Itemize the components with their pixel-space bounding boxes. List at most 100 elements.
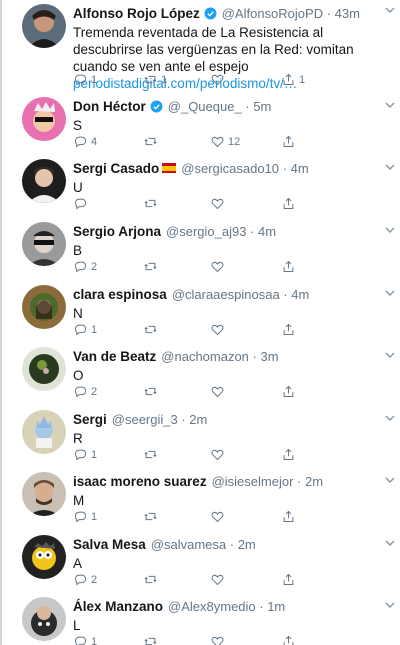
author-name[interactable]: isaac moreno suarez bbox=[73, 474, 207, 489]
like-button[interactable] bbox=[210, 509, 228, 524]
author-handle[interactable]: @AlfonsoRojoPD · 43m bbox=[222, 6, 360, 21]
retweet-button[interactable] bbox=[143, 634, 161, 645]
retweet-icon bbox=[143, 634, 158, 645]
tweet-text: S bbox=[73, 118, 83, 133]
reply-button[interactable]: 2 bbox=[73, 384, 97, 399]
reply-button[interactable]: 4 bbox=[73, 134, 97, 149]
like-button[interactable] bbox=[210, 447, 228, 462]
author-name[interactable]: Sergi bbox=[73, 412, 107, 427]
share-button[interactable] bbox=[281, 196, 299, 211]
reply-icon bbox=[73, 384, 88, 399]
retweet-button[interactable] bbox=[143, 259, 161, 274]
author-name[interactable]: clara espinosa bbox=[73, 287, 167, 302]
avatar[interactable] bbox=[22, 159, 66, 203]
avatar[interactable] bbox=[22, 347, 66, 391]
reply-icon bbox=[73, 634, 88, 645]
share-button[interactable] bbox=[281, 384, 299, 399]
share-button[interactable] bbox=[281, 447, 299, 462]
reply-button[interactable]: 1 bbox=[73, 634, 97, 645]
author-handle[interactable]: @_Queque_ · 5m bbox=[168, 99, 272, 114]
author-name[interactable]: Sergio Arjona bbox=[73, 224, 161, 239]
reply-button[interactable] bbox=[73, 196, 91, 211]
author-name[interactable]: Álex Manzano bbox=[73, 599, 163, 614]
like-button[interactable] bbox=[210, 384, 228, 399]
author-name[interactable]: Alfonso Rojo López bbox=[73, 6, 200, 21]
like-button[interactable] bbox=[210, 634, 228, 645]
retweet-icon bbox=[143, 259, 158, 274]
reply-button[interactable]: 1 bbox=[73, 72, 97, 87]
avatar[interactable] bbox=[22, 597, 66, 641]
avatar[interactable] bbox=[22, 285, 66, 329]
author-handle[interactable]: @salvamesa · 2m bbox=[151, 537, 256, 552]
tweet-actions: 2 bbox=[73, 259, 303, 275]
like-button[interactable] bbox=[210, 72, 228, 87]
author-name[interactable]: Don Héctor bbox=[73, 99, 146, 114]
reply-icon bbox=[73, 259, 88, 274]
tweet-text: Tremenda reventada de La Resistencia al … bbox=[73, 25, 354, 74]
retweet-button[interactable] bbox=[143, 384, 161, 399]
like-icon bbox=[210, 509, 225, 524]
reply-icon bbox=[73, 72, 88, 87]
tweet-text: M bbox=[73, 493, 85, 508]
share-button[interactable] bbox=[281, 322, 299, 337]
share-button[interactable] bbox=[281, 134, 299, 149]
share-button[interactable] bbox=[281, 634, 299, 645]
retweet-button[interactable] bbox=[143, 509, 161, 524]
avatar[interactable] bbox=[22, 410, 66, 454]
avatar[interactable] bbox=[22, 535, 66, 579]
like-button[interactable] bbox=[210, 572, 228, 587]
chevron-down-icon[interactable] bbox=[384, 4, 396, 16]
spain-flag-icon bbox=[162, 163, 177, 173]
reply-icon bbox=[73, 509, 88, 524]
retweet-icon bbox=[143, 196, 158, 211]
retweet-icon bbox=[143, 447, 158, 462]
like-icon bbox=[210, 447, 225, 462]
tweet-actions: 1 bbox=[73, 634, 303, 645]
avatar[interactable] bbox=[22, 97, 66, 141]
author-handle[interactable]: @sergicasado10 · 4m bbox=[181, 161, 308, 176]
like-button[interactable] bbox=[210, 196, 228, 211]
avatar[interactable] bbox=[22, 222, 66, 266]
author-handle[interactable]: @claraaespinosaa · 4m bbox=[172, 287, 309, 302]
verified-badge-icon bbox=[204, 7, 217, 19]
avatar[interactable] bbox=[22, 472, 66, 516]
like-button[interactable] bbox=[210, 322, 228, 337]
replies-count: 1 bbox=[91, 510, 98, 523]
share-button[interactable] bbox=[281, 572, 299, 587]
retweets-count: 1 bbox=[161, 73, 168, 86]
share-button[interactable] bbox=[281, 259, 299, 274]
reply-button[interactable]: 2 bbox=[73, 572, 97, 587]
author-handle[interactable]: @isieselmejor · 2m bbox=[212, 474, 323, 489]
replies-count: 4 bbox=[91, 135, 98, 148]
reply-icon bbox=[73, 196, 88, 211]
like-button[interactable]: 12 bbox=[210, 134, 240, 149]
retweet-button[interactable] bbox=[143, 322, 161, 337]
share-button[interactable]: 1 bbox=[281, 72, 305, 87]
author-handle[interactable]: @sergio_aj93 · 4m bbox=[166, 224, 276, 239]
tweet-actions bbox=[73, 196, 303, 212]
share-button[interactable] bbox=[281, 509, 299, 524]
reply-button[interactable]: 1 bbox=[73, 509, 97, 524]
reply-button[interactable]: 1 bbox=[73, 322, 97, 337]
reply-button[interactable]: 2 bbox=[73, 259, 97, 274]
retweet-button[interactable] bbox=[143, 196, 161, 211]
author-handle[interactable]: @nachomazon · 3m bbox=[161, 349, 278, 364]
shares-count: 1 bbox=[299, 73, 306, 86]
replies-count: 2 bbox=[91, 573, 98, 586]
avatar[interactable] bbox=[22, 4, 66, 48]
author-name[interactable]: Salva Mesa bbox=[73, 537, 146, 552]
author-handle[interactable]: @seergii_3 · 2m bbox=[112, 412, 208, 427]
like-icon bbox=[210, 134, 225, 149]
share-icon bbox=[281, 509, 296, 524]
like-button[interactable] bbox=[210, 259, 228, 274]
retweet-button[interactable] bbox=[143, 447, 161, 462]
retweet-icon bbox=[143, 322, 158, 337]
author-name[interactable]: Sergi Casado bbox=[73, 161, 159, 176]
author-name[interactable]: Van de Beatz bbox=[73, 349, 156, 364]
retweet-button[interactable]: 1 bbox=[143, 72, 167, 87]
retweet-button[interactable] bbox=[143, 134, 161, 149]
author-handle[interactable]: @Alex8ymedio · 1m bbox=[168, 599, 285, 614]
retweet-icon bbox=[143, 572, 158, 587]
retweet-button[interactable] bbox=[143, 572, 161, 587]
reply-button[interactable]: 1 bbox=[73, 447, 97, 462]
